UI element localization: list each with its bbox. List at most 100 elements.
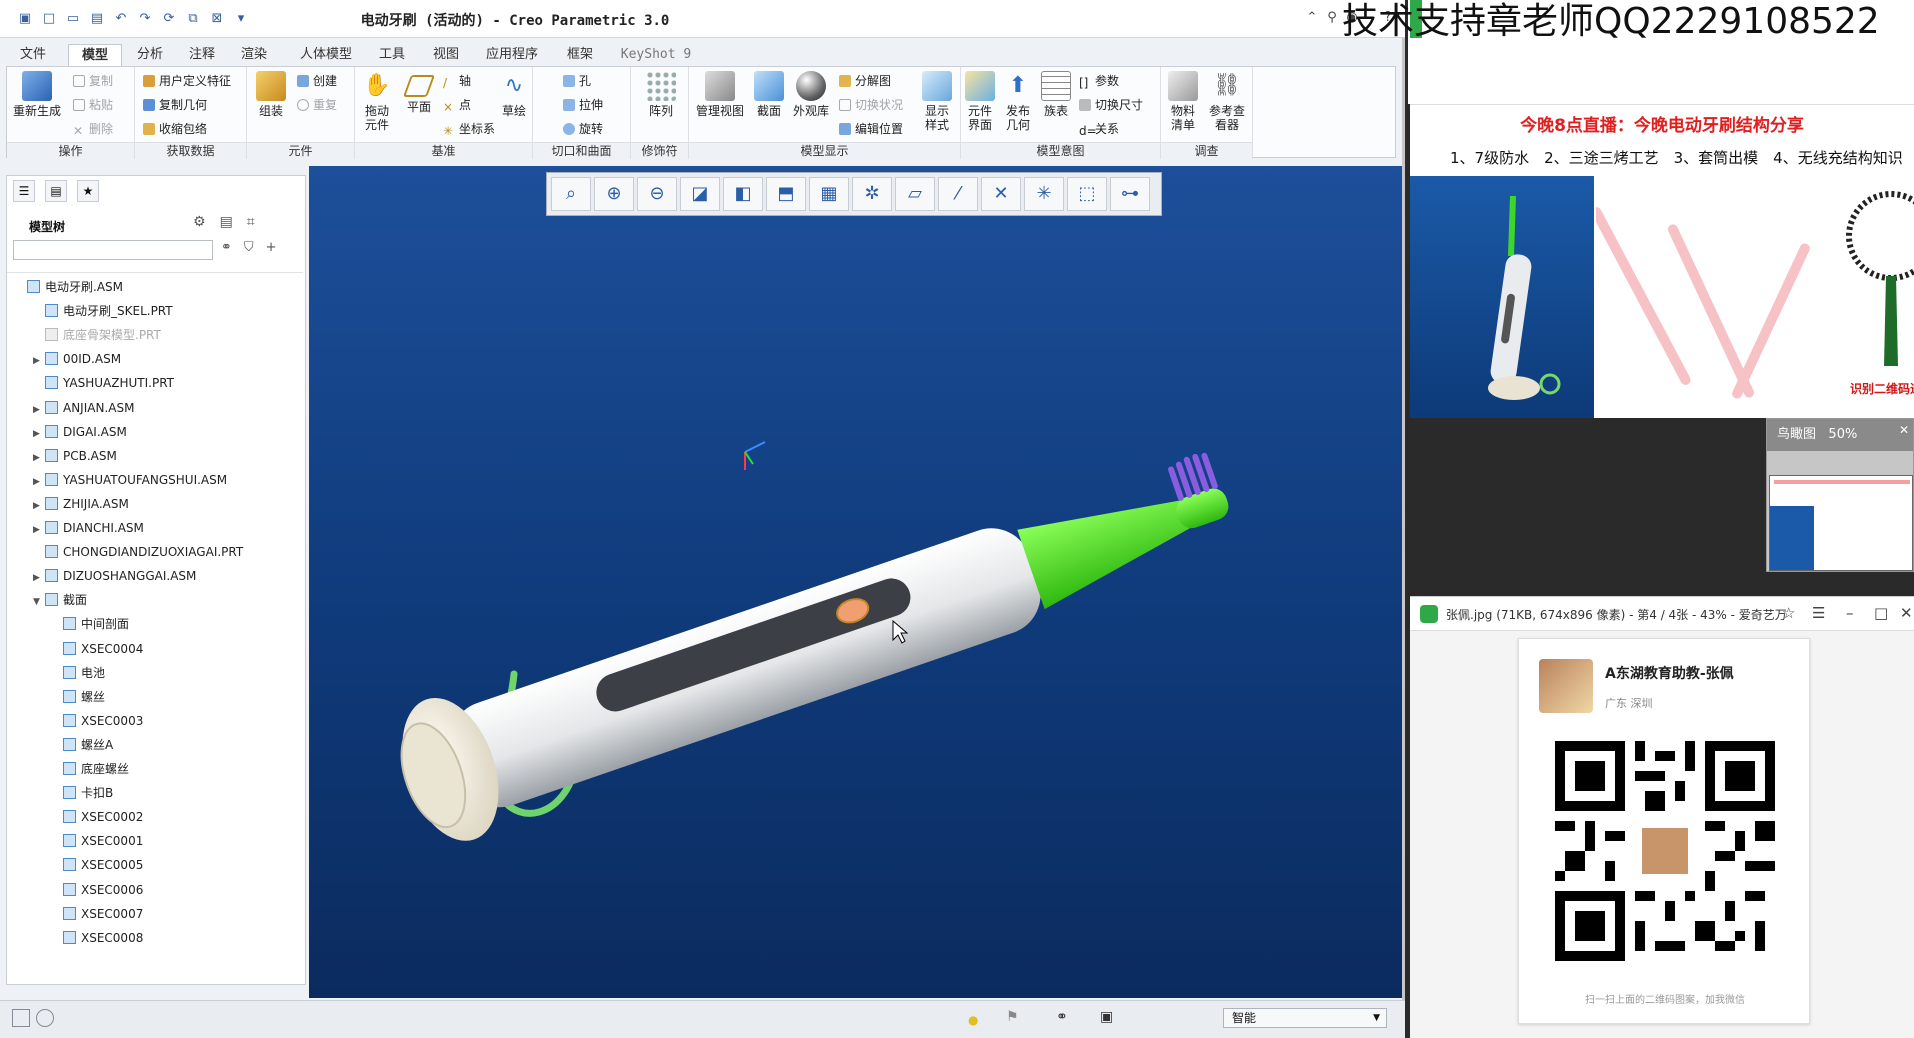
toggle-status-button[interactable]: 切换状况	[839, 95, 903, 115]
exploded-view-button[interactable]: 分解图	[839, 71, 891, 91]
toothbrush-model[interactable]	[309, 166, 1402, 998]
tree-node[interactable]: ▶ ANJIAN.ASM	[33, 398, 134, 418]
tree-node[interactable]: 电池	[51, 663, 105, 683]
expand-toggle-icon[interactable]: ▶	[33, 424, 45, 444]
tree-node[interactable]: 卡扣B	[51, 783, 113, 803]
tree-node[interactable]: ▶ YASHUATOUFANGSHUI.ASM	[33, 470, 227, 490]
favorite-icon[interactable]: ☆	[1782, 604, 1795, 622]
copy-button[interactable]: 复制	[73, 71, 113, 91]
expand-toggle-icon[interactable]: ▶	[33, 568, 45, 588]
close-icon[interactable]: ✕	[1899, 423, 1909, 437]
axis-display-icon[interactable]: ⁄	[938, 177, 978, 211]
zoom-in-icon[interactable]: ⊕	[594, 177, 634, 211]
find-tool-icon[interactable]: ⚭	[1056, 1009, 1068, 1025]
tab-annotate[interactable]: 注释	[180, 44, 224, 66]
group-label-model-display[interactable]: 模型显示	[689, 142, 960, 158]
udf-button[interactable]: 用户定义特征	[143, 71, 231, 91]
browser-toggle-icon[interactable]	[36, 1009, 54, 1027]
view-manager-icon[interactable]: ▦	[809, 177, 849, 211]
reference-viewer-button[interactable]: ⛓ 参考查看器	[1205, 71, 1249, 132]
tab-applications[interactable]: 应用程序	[478, 44, 546, 66]
shrinkwrap-button[interactable]: 收缩包络	[143, 119, 207, 139]
help-collapse-icon[interactable]: ⌃	[1304, 10, 1320, 26]
tree-node[interactable]: XSEC0001	[51, 831, 143, 851]
expand-toggle-icon[interactable]: ▶	[33, 496, 45, 516]
create-button[interactable]: 创建	[297, 71, 337, 91]
bom-button[interactable]: 物料清单	[1165, 71, 1201, 132]
sketch-button[interactable]: ∿ 草绘	[497, 71, 531, 118]
tab-keyshot[interactable]: KeyShot 9	[612, 44, 700, 66]
group-label-get-data[interactable]: 获取数据	[135, 142, 246, 158]
axis-button[interactable]: / 轴	[443, 71, 471, 91]
display-style-toolbar-icon[interactable]: ◧	[723, 177, 763, 211]
birds-eye-thumbnail[interactable]	[1769, 475, 1913, 571]
tab-model[interactable]: 模型	[68, 44, 122, 66]
message-flag-icon[interactable]: ⚑	[1006, 1009, 1019, 1025]
repeat-button[interactable]: 重复	[297, 95, 337, 115]
component-interface-button[interactable]: 元件界面	[963, 71, 997, 132]
close-icon[interactable]: ✕	[1900, 604, 1913, 622]
maximize-icon[interactable]: □	[1874, 604, 1888, 622]
tree-search-input[interactable]	[13, 240, 213, 260]
tree-node[interactable]: 螺丝	[51, 687, 105, 707]
parameters-button[interactable]: [] 参数	[1079, 71, 1119, 91]
appearance-gallery-button[interactable]: 外观库	[789, 71, 833, 118]
tab-tools[interactable]: 工具	[370, 44, 414, 66]
tree-node[interactable]: XSEC0004	[51, 639, 143, 659]
publish-geometry-button[interactable]: ⬆ 发布几何	[1001, 71, 1035, 132]
annotation-display-icon[interactable]: ⬚	[1067, 177, 1107, 211]
saved-orientations-icon[interactable]: ⬒	[766, 177, 806, 211]
manage-views-button[interactable]: 管理视图	[693, 71, 747, 118]
expand-toggle-icon[interactable]: ▶	[33, 351, 45, 371]
repaint-icon[interactable]: ◪	[680, 177, 720, 211]
point-button[interactable]: × 点	[443, 95, 471, 115]
tree-node[interactable]: 电动牙刷_SKEL.PRT	[33, 301, 173, 321]
tree-node[interactable]: 底座骨架模型.PRT	[33, 325, 161, 345]
group-label-component[interactable]: 元件	[247, 142, 354, 158]
tab-render[interactable]: 渲染	[232, 44, 276, 66]
group-label-investigate[interactable]: 调查	[1161, 142, 1252, 158]
tab-analysis[interactable]: 分析	[128, 44, 172, 66]
tree-node[interactable]: ▶ DIANCHI.ASM	[33, 518, 144, 538]
tree-node[interactable]: XSEC0002	[51, 807, 143, 827]
group-label-modifiers[interactable]: 修饰符	[631, 142, 688, 158]
columns-icon[interactable]: ▤	[220, 214, 233, 230]
extrude-button[interactable]: 拉伸	[563, 95, 603, 115]
expand-toggle-icon[interactable]: ▶	[33, 472, 45, 492]
settings-icon[interactable]: ⚙	[193, 214, 206, 230]
tree-node[interactable]: ▶ DIZUOSHANGGAI.ASM	[33, 566, 196, 586]
plane-button[interactable]: 平面	[401, 71, 437, 114]
csys-button[interactable]: ✳ 坐标系	[443, 119, 495, 139]
edit-position-button[interactable]: 编辑位置	[839, 119, 903, 139]
tab-view[interactable]: 视图	[424, 44, 468, 66]
selection-filter-dropdown[interactable]: 智能 ▼	[1223, 1008, 1387, 1028]
model-tree-tab-icon[interactable]: ☰	[13, 180, 35, 202]
paste-button[interactable]: 粘贴	[73, 95, 113, 115]
add-icon[interactable]: +	[266, 240, 277, 255]
selection-list-icon[interactable]: ▣	[1100, 1009, 1113, 1025]
graphics-window[interactable]	[309, 166, 1402, 998]
collapse-toggle-icon[interactable]: ▼	[33, 592, 45, 612]
tab-file[interactable]: 文件	[8, 44, 58, 66]
zoom-out-icon[interactable]: ⊖	[637, 177, 677, 211]
filter-icon[interactable]: ⛉	[244, 240, 254, 255]
refit-icon[interactable]: ⌕	[551, 177, 591, 211]
point-display-icon[interactable]: ✕	[981, 177, 1021, 211]
tree-node[interactable]: XSEC0008	[51, 928, 143, 948]
display-style-button[interactable]: 显示样式	[915, 71, 959, 132]
family-table-button[interactable]: 族表	[1039, 71, 1073, 118]
tree-node[interactable]: ▶ PCB.ASM	[33, 446, 117, 466]
folder-browser-icon[interactable]: ▤	[45, 180, 67, 202]
expand-toggle-icon[interactable]: ▶	[33, 400, 45, 420]
group-label-operations[interactable]: 操作	[7, 142, 134, 158]
tree-node[interactable]: XSEC0003	[51, 711, 143, 731]
relations-button[interactable]: d=关系	[1079, 119, 1119, 139]
datum-display-icon[interactable]: ✲	[852, 177, 892, 211]
tree-node[interactable]: XSEC0005	[51, 855, 143, 875]
tree-node[interactable]: ▶ 00ID.ASM	[33, 349, 121, 369]
plane-display-icon[interactable]: ▱	[895, 177, 935, 211]
expand-toggle-icon[interactable]: ▶	[33, 520, 45, 540]
expand-toggle-icon[interactable]: ▶	[33, 448, 45, 468]
tree-node[interactable]: ▼ 截面	[33, 590, 87, 610]
assemble-button[interactable]: 组装	[251, 71, 291, 118]
